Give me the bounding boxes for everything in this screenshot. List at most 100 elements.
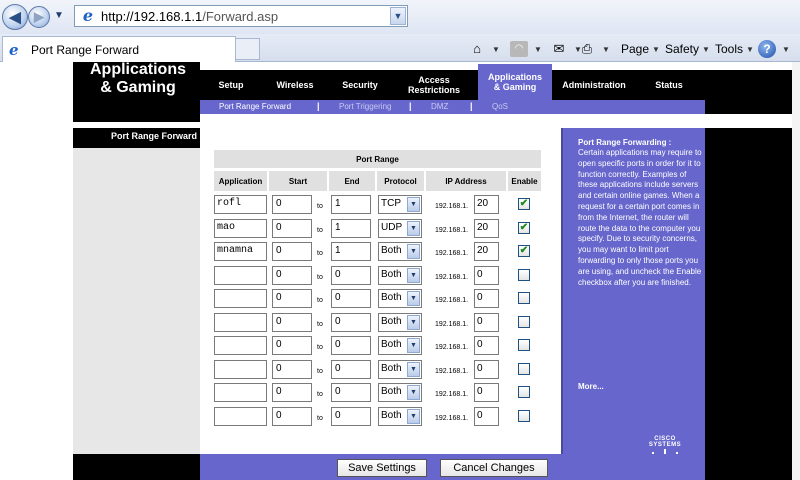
protocol-value: Both [381, 315, 402, 327]
protocol-select[interactable]: Both ▼ [378, 336, 422, 355]
enable-checkbox[interactable]: ✔ [518, 221, 530, 234]
ip-address-input[interactable]: 20 [474, 242, 499, 261]
nav-administration[interactable]: Administration [552, 70, 636, 100]
cancel-changes-button[interactable]: Cancel Changes [440, 459, 548, 477]
nav-access-restrictions[interactable]: Access Restrictions [392, 70, 476, 100]
protocol-select[interactable]: UDP ▼ [378, 218, 422, 238]
print-button[interactable]: ⎙ ▼ [578, 39, 610, 59]
end-port-input[interactable]: 0 [331, 406, 371, 426]
ip-address-input[interactable]: 20 [474, 195, 499, 214]
ip-address-input[interactable]: 0 [474, 265, 499, 285]
protocol-select[interactable]: Both ▼ [378, 289, 422, 308]
forward-button[interactable]: ▶ [28, 6, 50, 28]
end-port-input[interactable]: 0 [331, 336, 371, 355]
end-port-input[interactable]: 0 [331, 265, 371, 285]
end-port-input[interactable]: 0 [331, 289, 371, 308]
start-port-input[interactable]: 0 [272, 289, 312, 308]
application-name-input[interactable] [214, 406, 267, 426]
subnav-dmz[interactable]: DMZ [431, 102, 448, 111]
back-arrow-icon: ◀ [9, 9, 21, 26]
protocol-select[interactable]: Both ▼ [378, 406, 422, 426]
tab-title: Port Range Forward [31, 42, 140, 57]
subnav-port-triggering[interactable]: Port Triggering [339, 102, 391, 111]
application-name-input[interactable]: rofl [214, 195, 267, 214]
subnav-qos[interactable]: QoS [492, 102, 508, 111]
end-port-input[interactable]: 0 [331, 312, 371, 332]
enable-checkbox[interactable] [518, 362, 530, 375]
nav-security[interactable]: Security [328, 70, 392, 100]
application-name-input[interactable] [214, 383, 267, 402]
start-port-input[interactable]: 0 [272, 195, 312, 214]
back-button[interactable]: ◀ [2, 4, 28, 30]
ip-address-input[interactable]: 0 [474, 289, 499, 308]
protocol-select[interactable]: TCP ▼ [378, 195, 422, 214]
application-name-input[interactable]: mnamna [214, 242, 267, 261]
start-port-input[interactable]: 0 [272, 312, 312, 332]
application-name-input[interactable] [214, 312, 267, 332]
chevron-down-icon: ▼ [407, 197, 420, 212]
protocol-select[interactable]: Both ▼ [378, 359, 422, 379]
help-more-link[interactable]: More... [578, 382, 604, 391]
ip-address-input[interactable]: 0 [474, 383, 499, 402]
application-name-input[interactable] [214, 265, 267, 285]
application-name-input[interactable]: mao [214, 218, 267, 238]
nav-setup[interactable]: Setup [200, 70, 262, 100]
end-port-input[interactable]: 1 [331, 242, 371, 261]
enable-checkbox[interactable] [518, 339, 530, 351]
address-dropdown-button[interactable]: ▼ [390, 7, 406, 25]
chevron-down-icon: ▼ [746, 44, 754, 54]
ip-address-input[interactable]: 0 [474, 359, 499, 379]
protocol-select[interactable]: Both ▼ [378, 265, 422, 285]
ie-tab-icon: e [9, 40, 19, 59]
ip-prefix-label: 192.168.1. [435, 344, 469, 351]
start-port-input[interactable]: 0 [272, 218, 312, 238]
nav-applications-gaming[interactable]: Applications & Gaming [478, 64, 552, 100]
safety-menu[interactable]: Safety ▼ [665, 39, 710, 59]
start-port-input[interactable]: 0 [272, 359, 312, 379]
feeds-button[interactable]: ◠ ▼ [510, 39, 542, 59]
subnav-port-range-forward[interactable]: Port Range Forward [219, 102, 291, 111]
application-name-input[interactable] [214, 289, 267, 308]
protocol-select[interactable]: Both ▼ [378, 383, 422, 402]
enable-checkbox[interactable] [518, 386, 530, 398]
start-port-input[interactable]: 0 [272, 265, 312, 285]
vertical-scrollbar[interactable] [792, 62, 800, 480]
enable-checkbox[interactable]: ✔ [518, 198, 530, 210]
tools-menu[interactable]: Tools ▼ [715, 39, 754, 59]
end-port-input[interactable]: 0 [331, 383, 371, 402]
save-settings-button[interactable]: Save Settings [337, 459, 427, 477]
end-port-input[interactable]: 1 [331, 195, 371, 214]
enable-checkbox[interactable] [518, 268, 530, 281]
nav-wireless[interactable]: Wireless [262, 70, 328, 100]
page-menu[interactable]: Page ▼ [621, 39, 660, 59]
protocol-value: TCP [381, 198, 401, 209]
end-port-input[interactable]: 1 [331, 218, 371, 238]
start-port-input[interactable]: 0 [272, 383, 312, 402]
enable-checkbox[interactable] [518, 409, 530, 422]
start-port-input[interactable]: 0 [272, 406, 312, 426]
address-url[interactable]: http://192.168.1.1/Forward.asp [101, 9, 278, 24]
start-port-input[interactable]: 0 [272, 242, 312, 261]
protocol-select[interactable]: Both ▼ [378, 312, 422, 332]
home-button[interactable]: ⌂ ▼ [468, 39, 500, 59]
enable-checkbox[interactable]: ✔ [518, 245, 530, 257]
subnav-separator: | [470, 101, 473, 111]
tab-port-range-forward[interactable]: e Port Range Forward [2, 36, 236, 62]
enable-checkbox[interactable] [518, 292, 530, 304]
start-port-input[interactable]: 0 [272, 336, 312, 355]
protocol-select[interactable]: Both ▼ [378, 242, 422, 261]
enable-checkbox[interactable] [518, 315, 530, 328]
mail-icon: ✉ [553, 41, 565, 56]
ip-address-input[interactable]: 0 [474, 336, 499, 355]
help-menu[interactable]: ? ▼ [758, 39, 790, 59]
new-tab-button[interactable] [236, 38, 260, 60]
application-name-input[interactable] [214, 359, 267, 379]
address-bar[interactable]: e http://192.168.1.1/Forward.asp ▼ [74, 5, 408, 27]
ip-address-input[interactable]: 0 [474, 406, 499, 426]
history-dropdown[interactable]: ▼ [54, 10, 64, 21]
ip-address-input[interactable]: 0 [474, 312, 499, 332]
end-port-input[interactable]: 0 [331, 359, 371, 379]
ip-address-input[interactable]: 20 [474, 218, 499, 238]
application-name-input[interactable] [214, 336, 267, 355]
nav-status[interactable]: Status [636, 70, 702, 100]
